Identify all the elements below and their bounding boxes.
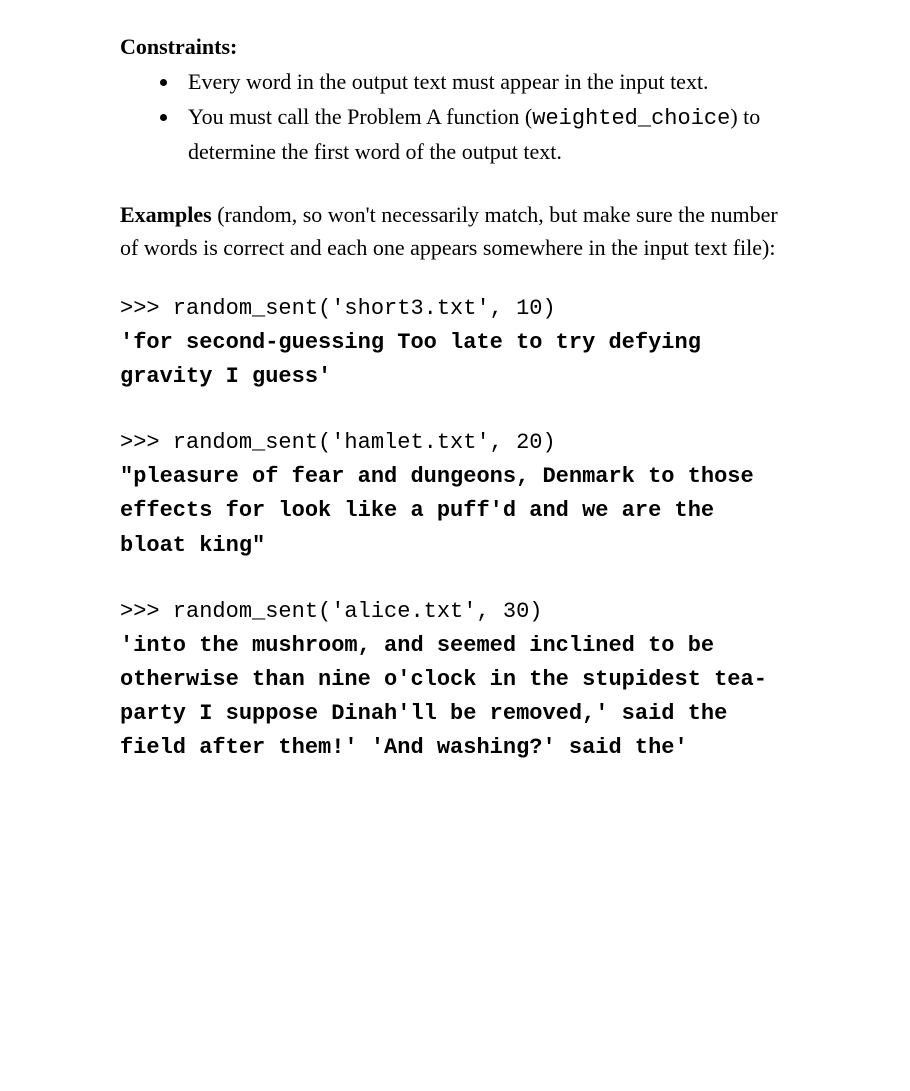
constraint-text-before: You must call the Problem A function ( — [188, 104, 532, 129]
example-input: >>> random_sent('short3.txt', 10) — [120, 296, 556, 321]
example-block: >>> random_sent('short3.txt', 10) 'for s… — [120, 292, 790, 394]
examples-intro-text: (random, so won't necessarily match, but… — [120, 202, 778, 260]
constraint-code: weighted_choice — [532, 106, 730, 131]
example-input: >>> random_sent('alice.txt', 30) — [120, 599, 542, 624]
examples-intro-section: Examples (random, so won't necessarily m… — [120, 198, 790, 264]
constraints-section: Constraints: Every word in the output te… — [120, 30, 790, 168]
example-output: 'for second-guessing Too late to try def… — [120, 330, 714, 389]
example-output: "pleasure of fear and dungeons, Denmark … — [120, 464, 767, 557]
example-output: 'into the mushroom, and seemed inclined … — [120, 633, 767, 760]
constraint-item: You must call the Problem A function (we… — [180, 100, 790, 168]
constraint-item: Every word in the output text must appea… — [180, 65, 790, 98]
examples-heading: Examples — [120, 202, 212, 227]
constraints-list: Every word in the output text must appea… — [180, 65, 790, 168]
constraints-heading: Constraints: — [120, 34, 237, 59]
constraint-text: Every word in the output text must appea… — [188, 69, 709, 94]
example-input: >>> random_sent('hamlet.txt', 20) — [120, 430, 556, 455]
example-block: >>> random_sent('hamlet.txt', 20) "pleas… — [120, 426, 790, 562]
example-block: >>> random_sent('alice.txt', 30) 'into t… — [120, 595, 790, 765]
